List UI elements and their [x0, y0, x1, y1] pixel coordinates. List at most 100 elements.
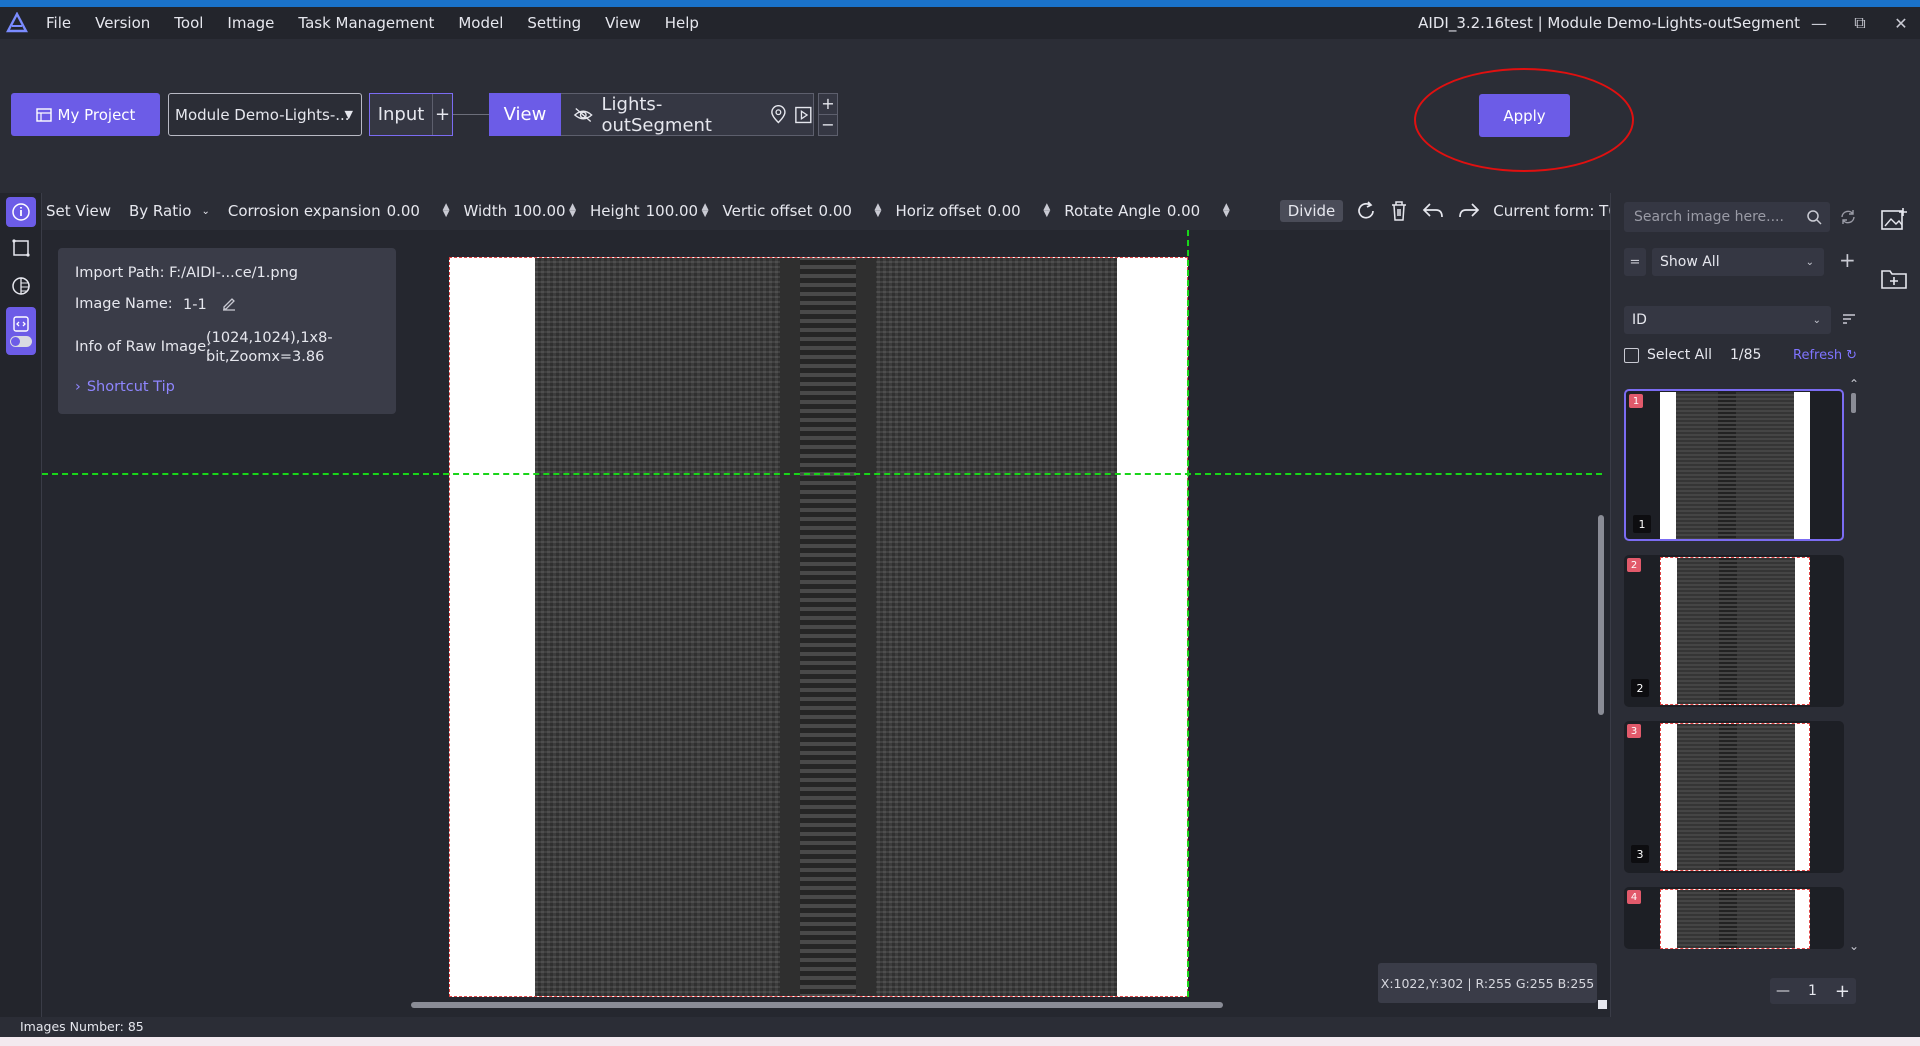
height-label: Height — [590, 202, 640, 220]
thumbnail-item[interactable]: 1 1 — [1624, 389, 1844, 541]
highlight-ellipse — [1414, 68, 1634, 172]
view-mode-value: By Ratio — [129, 202, 192, 220]
rotate-icon[interactable] — [1355, 198, 1377, 224]
menu-task-management[interactable]: Task Management — [286, 7, 446, 39]
spin-arrows-icon[interactable]: ▲ ▼ — [1043, 203, 1050, 219]
raw-info-line2: bit,Zoomx=3.86 — [206, 349, 325, 365]
menu-view[interactable]: View — [593, 7, 653, 39]
restore-button[interactable]: ⧉ — [1843, 7, 1877, 39]
horizontal-guide-line[interactable] — [42, 473, 1602, 475]
edit-pencil-icon[interactable] — [221, 295, 237, 315]
view-mode-select[interactable]: By Ratio ⌄ — [123, 202, 216, 220]
horiz-offset-spinbox[interactable]: 0.00 ▲ ▼ — [987, 202, 1050, 220]
page-stepper[interactable]: — 1 + — [1770, 978, 1856, 1004]
module-select[interactable]: Module Demo-Lights-... ▼ — [168, 93, 362, 136]
spin-arrows-icon[interactable]: ▲ ▼ — [875, 203, 882, 219]
input-node[interactable]: Input + — [369, 93, 453, 136]
menu-help[interactable]: Help — [653, 7, 711, 39]
contrast-icon[interactable] — [6, 271, 36, 301]
zoom-in-button[interactable]: + — [819, 94, 837, 114]
sort-order-icon[interactable] — [1841, 313, 1857, 327]
equals-button[interactable]: = — [1624, 248, 1646, 276]
image-canvas[interactable]: Import Path: F:/AIDI-...ce/1.png Image N… — [42, 230, 1610, 1017]
page-minus-button[interactable]: — — [1776, 983, 1790, 999]
list-scrollbar[interactable] — [1851, 393, 1856, 413]
play-box-icon[interactable] — [794, 105, 813, 125]
location-pin-icon[interactable] — [770, 104, 787, 125]
width-spinbox[interactable]: 100.00 ▲ ▼ — [513, 202, 576, 220]
thumbnail-item[interactable]: 3 3 — [1624, 721, 1844, 873]
scroll-bottom-icon[interactable]: ⌄ — [1849, 939, 1859, 953]
spin-arrows-icon[interactable]: ▲ ▼ — [569, 203, 576, 219]
zoom-out-button[interactable]: − — [819, 114, 837, 135]
my-project-label: My Project — [57, 105, 136, 124]
lights-out-segment-node[interactable]: Lights-outSegment — [561, 93, 814, 136]
minimize-button[interactable]: — — [1802, 7, 1836, 39]
input-add-button[interactable]: + — [432, 94, 452, 135]
vertical-scrollbar[interactable] — [1598, 515, 1604, 715]
rotate-angle-spinbox[interactable]: 0.00 ▲ ▼ — [1167, 202, 1230, 220]
top-toolbar: My Project Module Demo-Lights-... ▼ Inpu… — [0, 39, 1920, 190]
height-spinbox[interactable]: 100.00 ▲ ▼ — [646, 202, 709, 220]
image-name-label: Image Name: — [75, 296, 173, 312]
scroll-top-icon[interactable]: ⌃ — [1849, 377, 1859, 391]
vertic-offset-label: Vertic offset — [722, 202, 813, 220]
chevron-right-icon: › — [75, 379, 81, 395]
resize-corner — [1598, 1000, 1607, 1009]
sort-field-select[interactable]: ID ⌄ — [1624, 306, 1831, 334]
window-title: AIDI_3.2.16test | Module Demo-Lights-out… — [1418, 14, 1800, 32]
select-all-checkbox[interactable]: Select All 1/85 — [1624, 347, 1761, 363]
horizontal-scrollbar[interactable] — [411, 1002, 1223, 1008]
undo-icon[interactable] — [1421, 198, 1445, 224]
eye-off-icon — [573, 107, 593, 122]
height-value: 100.00 — [645, 202, 699, 220]
divide-button[interactable]: Divide — [1279, 200, 1344, 222]
import-path-text: Import Path: F:/AIDI-...ce/1.png — [75, 265, 298, 281]
menu-version[interactable]: Version — [83, 7, 162, 39]
sync-icon[interactable] — [1839, 208, 1857, 226]
spin-arrows-icon[interactable]: ▲ ▼ — [702, 203, 709, 219]
vertic-offset-spinbox[interactable]: 0.00 ▲ ▼ — [819, 202, 882, 220]
zipper-image[interactable] — [449, 257, 1188, 997]
add-folder-icon[interactable] — [1880, 267, 1908, 291]
connector-line — [453, 114, 489, 115]
image-count: 1/85 — [1730, 347, 1762, 363]
vertical-guide-line[interactable] — [1187, 230, 1189, 997]
chevron-down-icon: ▼ — [344, 108, 353, 121]
redo-icon[interactable] — [1457, 198, 1481, 224]
refresh-link[interactable]: Refresh ↻ — [1793, 348, 1857, 363]
corrosion-spinbox[interactable]: 0.00 ▲ ▼ — [387, 202, 450, 220]
add-filter-icon[interactable]: + — [1839, 248, 1856, 272]
horiz-offset-value: 0.00 — [987, 202, 1021, 220]
view-node-button[interactable]: View — [489, 93, 561, 136]
spin-arrows-icon[interactable]: ▲ ▼ — [443, 203, 450, 219]
page-plus-button[interactable]: + — [1835, 981, 1850, 1002]
my-project-button[interactable]: My Project — [11, 93, 160, 136]
trash-icon[interactable] — [1389, 198, 1409, 224]
menu-bar: File Version Tool Image Task Management … — [0, 7, 1920, 39]
menu-image[interactable]: Image — [215, 7, 286, 39]
chevron-down-icon: ⌄ — [201, 205, 210, 217]
add-image-icon[interactable] — [1880, 207, 1908, 233]
module-name-label: Lights-outSegment — [601, 93, 712, 136]
menu-model[interactable]: Model — [446, 7, 515, 39]
thumbnail-item[interactable]: 4 — [1624, 887, 1844, 949]
toggle-switch[interactable] — [10, 336, 32, 347]
thumbnail-item[interactable]: 2 2 — [1624, 555, 1844, 707]
code-toggle-icon[interactable] — [6, 307, 36, 355]
menu-setting[interactable]: Setting — [515, 7, 593, 39]
input-node-label: Input — [377, 104, 425, 125]
info-icon[interactable] — [6, 197, 36, 227]
shortcut-tip-label: Shortcut Tip — [86, 379, 175, 395]
spin-arrows-icon[interactable]: ▲ ▼ — [1223, 203, 1230, 219]
crop-frame-icon[interactable] — [6, 233, 36, 263]
zoom-controls: + − — [818, 93, 838, 136]
filter-select[interactable]: Show All ⌄ — [1652, 248, 1824, 276]
refresh-icon: ↻ — [1846, 348, 1857, 363]
search-icon[interactable] — [1806, 209, 1822, 225]
close-button[interactable]: ✕ — [1884, 7, 1918, 39]
menu-tool[interactable]: Tool — [162, 7, 215, 39]
search-input[interactable]: Search image here.... — [1624, 202, 1830, 232]
shortcut-tip-toggle[interactable]: › Shortcut Tip — [75, 379, 175, 395]
menu-file[interactable]: File — [34, 7, 83, 39]
